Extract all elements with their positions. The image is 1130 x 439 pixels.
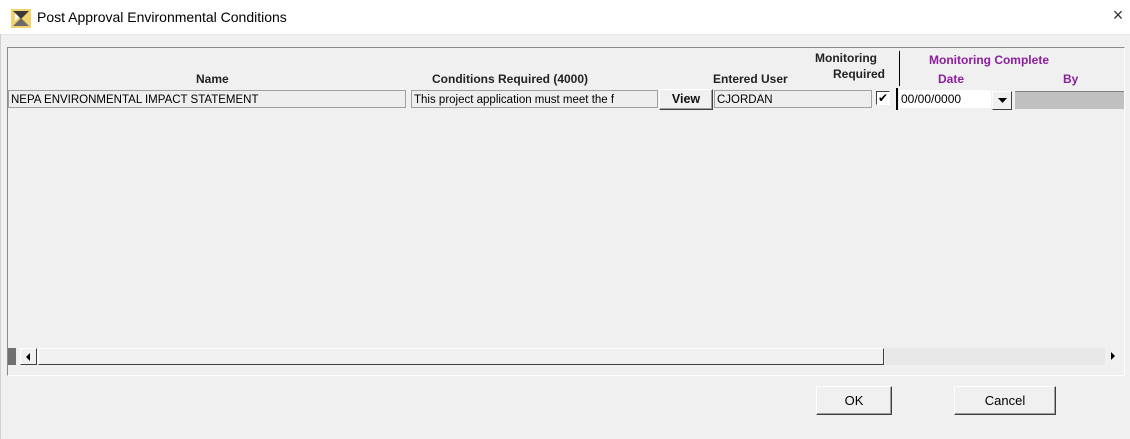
header-monitoring-line2: Required [833, 67, 886, 81]
window-left-border [0, 34, 1, 439]
close-button[interactable]: × [1108, 5, 1128, 25]
header-monitoring-complete: Monitoring Complete [929, 53, 1049, 67]
view-button[interactable]: View [659, 89, 713, 110]
header-by: By [1063, 72, 1079, 86]
arrow-right-icon [1111, 352, 1115, 360]
monitoring-by-field[interactable] [1015, 91, 1124, 109]
scroll-track[interactable] [885, 348, 1105, 365]
arrow-left-icon [26, 353, 30, 361]
text-cursor [896, 88, 898, 110]
date-dropdown-button[interactable] [992, 91, 1012, 110]
header-monitoring-line1: Monitoring [815, 51, 877, 65]
horizontal-scrollbar[interactable] [8, 347, 1123, 366]
scroll-thumb[interactable] [38, 348, 884, 365]
title-bar: Post Approval Environmental Conditions × [0, 0, 1130, 35]
conditions-grid: Name Conditions Required (4000) Entered … [7, 47, 1125, 376]
cancel-button[interactable]: Cancel [954, 386, 1056, 415]
name-cell[interactable]: NEPA ENVIRONMENTAL IMPACT STATEMENT [8, 90, 406, 108]
header-date: Date [938, 72, 965, 86]
ok-button[interactable]: OK [816, 386, 892, 415]
scroll-left-button[interactable] [20, 348, 37, 365]
header-entered-user: Entered User [713, 72, 788, 86]
monitoring-required-checkbox[interactable]: ✔ [876, 91, 890, 105]
app-logo-icon [11, 9, 31, 28]
chevron-down-icon [998, 98, 1007, 103]
header-conditions: Conditions Required (4000) [432, 72, 589, 86]
monitoring-date-field[interactable]: 00/00/0000 [899, 90, 991, 108]
scroll-right-button[interactable] [1106, 348, 1123, 365]
conditions-cell[interactable]: This project application must meet the f [411, 90, 658, 108]
header-name: Name [196, 72, 229, 86]
window-title: Post Approval Environmental Conditions [37, 9, 287, 25]
entered-user-cell[interactable]: CJORDAN [714, 90, 872, 108]
header-divider [899, 51, 900, 86]
scroll-left-block [8, 348, 16, 365]
